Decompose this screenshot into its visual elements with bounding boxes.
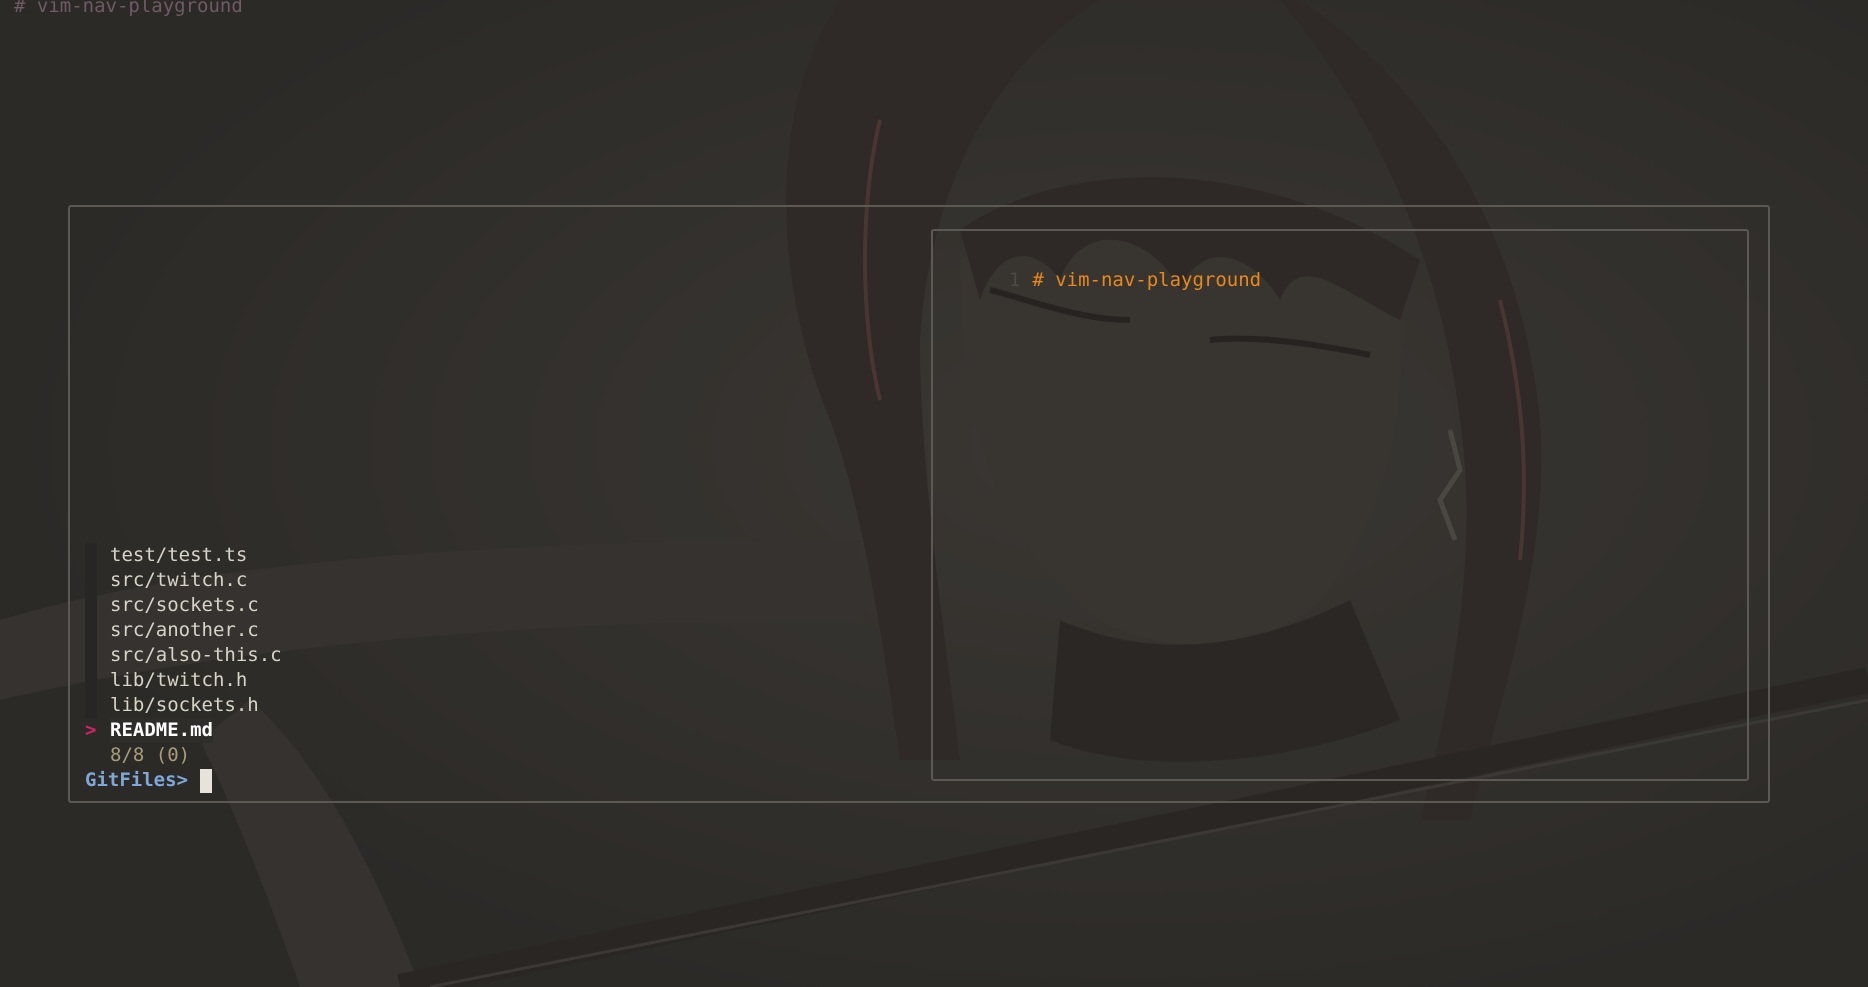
preview-pane	[931, 229, 1749, 781]
list-item[interactable]: lib/sockets.h	[85, 693, 282, 718]
list-item[interactable]: lib/twitch.h	[85, 668, 282, 693]
list-item[interactable]: src/also-this.c	[85, 643, 282, 668]
gutter-marker	[85, 593, 97, 618]
search-input[interactable]	[199, 768, 212, 793]
preview-line: 1 # vim-nav-playground	[986, 243, 1261, 293]
list-item[interactable]: src/another.c	[85, 618, 282, 643]
editor-buffer-line: # vim-nav-playground	[14, 0, 243, 17]
file-name: src/twitch.c	[110, 569, 248, 591]
gutter-marker	[85, 643, 97, 668]
file-results-list: test/test.ts src/twitch.c src/sockets.c …	[85, 543, 282, 743]
selection-pointer-icon: >	[85, 719, 97, 741]
gutter-marker	[85, 668, 97, 693]
file-name: test/test.ts	[110, 544, 248, 566]
gutter-marker	[85, 618, 97, 643]
list-item[interactable]: test/test.ts	[85, 543, 282, 568]
preview-line-number: 1	[1008, 269, 1021, 291]
gutter-marker	[85, 543, 97, 568]
file-name: lib/sockets.h	[110, 694, 259, 716]
file-name: src/another.c	[110, 619, 259, 641]
file-name: src/sockets.c	[110, 594, 259, 616]
prompt-label: GitFiles>	[85, 769, 188, 791]
file-name: lib/twitch.h	[110, 669, 248, 691]
list-item[interactable]: src/twitch.c	[85, 568, 282, 593]
preview-line-text: # vim-nav-playground	[1032, 269, 1262, 291]
gutter-marker	[85, 568, 97, 593]
search-prompt[interactable]: GitFiles>	[85, 768, 212, 793]
list-item[interactable]: src/sockets.c	[85, 593, 282, 618]
list-item-selected[interactable]: > README.md	[85, 718, 282, 743]
gutter-marker	[85, 693, 97, 718]
match-counter: 8/8 (0)	[110, 744, 191, 766]
file-name: src/also-this.c	[110, 644, 282, 666]
file-name: README.md	[110, 718, 213, 743]
